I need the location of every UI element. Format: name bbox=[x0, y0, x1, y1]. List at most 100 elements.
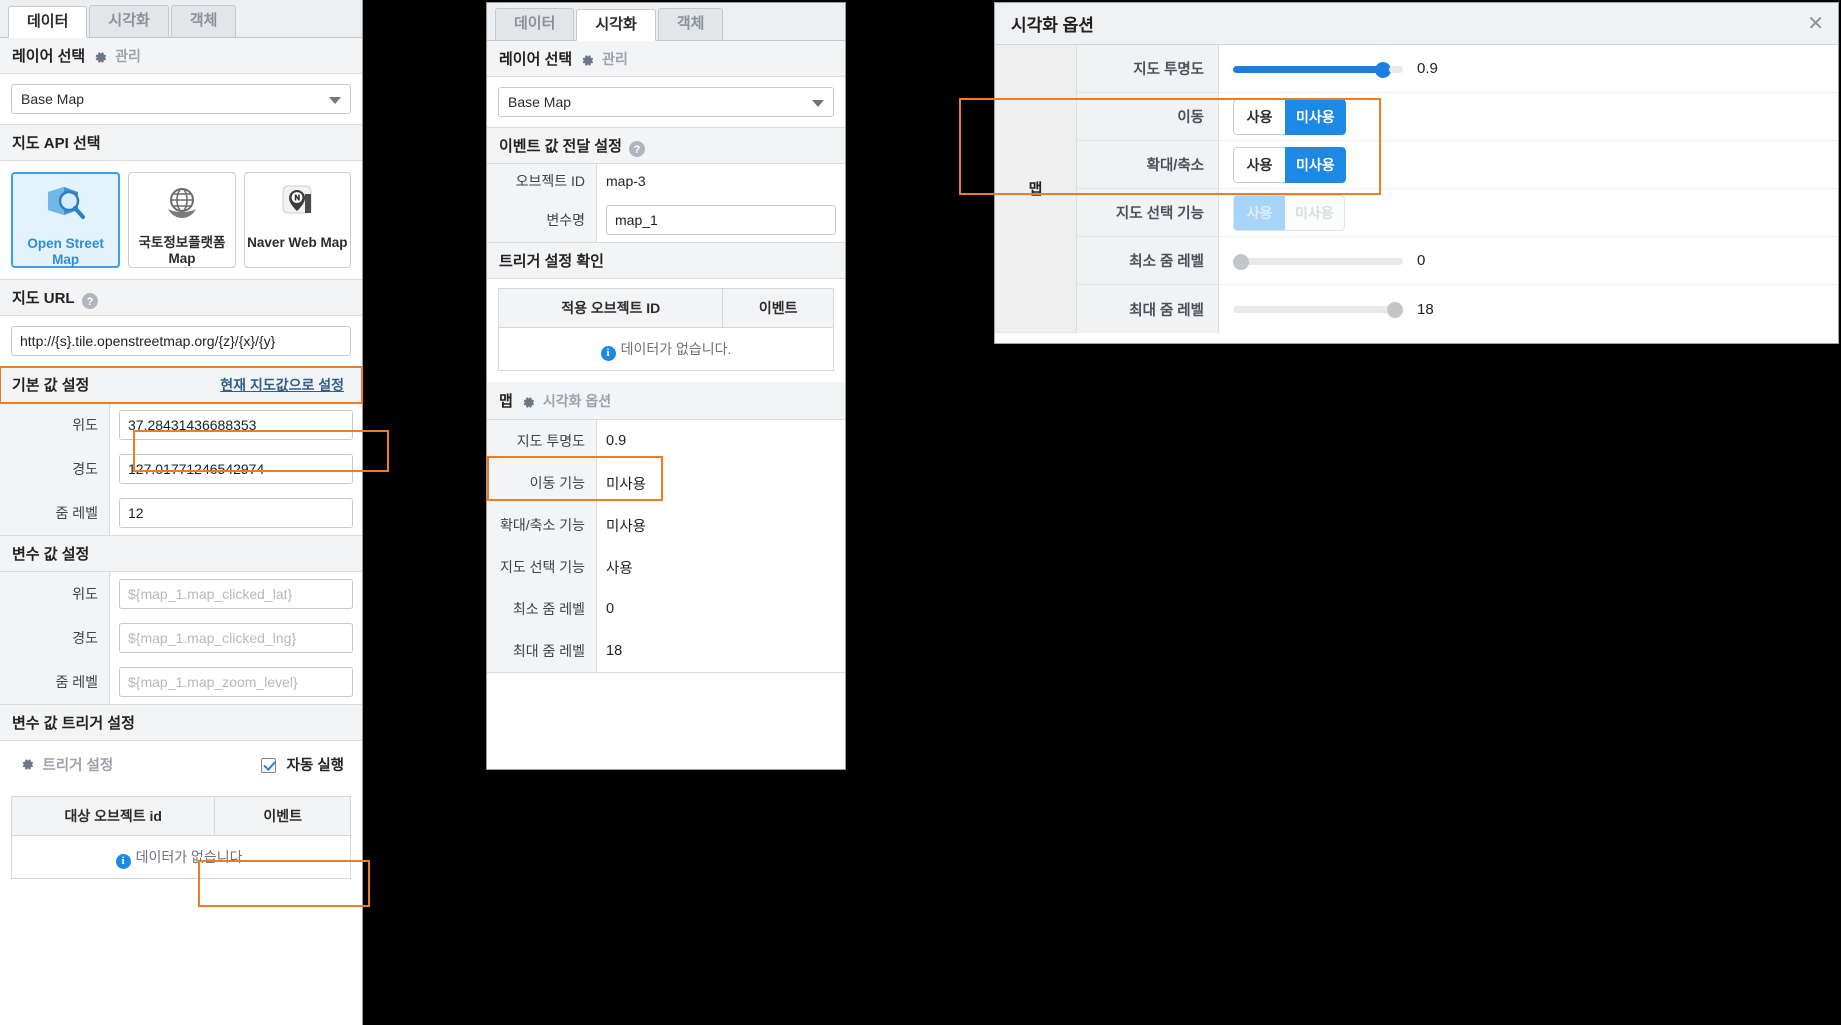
info-icon: i bbox=[600, 346, 616, 361]
viz-row-min-zoom: 최소 줌 레벨 0 bbox=[487, 588, 845, 630]
layer-manage-link[interactable]: 관리 bbox=[602, 49, 628, 69]
pan-toggle-group[interactable]: 사용 미사용 bbox=[1233, 98, 1346, 135]
map-select-option-unused: 미사용 bbox=[1285, 194, 1345, 231]
left-panel: 데이터 시각화 객체 레이어 선택 관리 Base Map 지도 API 선택 bbox=[0, 0, 363, 1025]
trigger-section-header: 변수 값 트리거 설정 bbox=[0, 705, 362, 741]
zoom-option-unused[interactable]: 미사용 bbox=[1285, 146, 1346, 183]
var-row-latitude: 위도 bbox=[0, 572, 362, 616]
min-zoom-slider[interactable] bbox=[1233, 253, 1403, 270]
layer-manage-link[interactable]: 관리 bbox=[115, 46, 141, 66]
tab-object[interactable]: 객체 bbox=[170, 5, 237, 37]
viz-row-value: 미사용 bbox=[606, 476, 647, 493]
var-longitude-input[interactable] bbox=[119, 623, 353, 653]
event-object-id-value: map-3 bbox=[606, 173, 646, 189]
var-row-label: 줌 레벨 bbox=[0, 660, 110, 704]
viz-row-value: 사용 bbox=[606, 560, 633, 577]
table-header-cell: 적용 오브젝트 ID bbox=[498, 288, 723, 328]
dialog-title: 시각화 옵션 bbox=[1011, 16, 1094, 35]
dialog-row-label-map-select: 지도 선택 기능 bbox=[1077, 189, 1219, 237]
trigger-section-title: 변수 값 트리거 설정 bbox=[12, 715, 135, 732]
viz-row-map-select: 지도 선택 기능 사용 bbox=[487, 546, 845, 588]
zoom-option-use[interactable]: 사용 bbox=[1233, 146, 1285, 183]
gear-icon bbox=[93, 50, 108, 65]
trigger-check-section-header: 트리거 설정 확인 bbox=[487, 243, 845, 279]
var-zoom-input[interactable] bbox=[119, 667, 353, 697]
dialog-row-value-pan: 사용 미사용 bbox=[1219, 93, 1838, 141]
viz-row-max-zoom: 최대 줌 레벨 18 bbox=[487, 630, 845, 673]
default-row-longitude: 경도 bbox=[0, 447, 362, 491]
tab-data[interactable]: 데이터 bbox=[495, 8, 575, 40]
map-select-option-use: 사용 bbox=[1233, 194, 1285, 231]
default-row-label: 줌 레벨 bbox=[0, 491, 110, 535]
info-icon: i bbox=[115, 854, 131, 869]
tab-object[interactable]: 객체 bbox=[657, 8, 724, 40]
viz-row-label: 최대 줌 레벨 bbox=[487, 630, 597, 672]
zoom-toggle-group[interactable]: 사용 미사용 bbox=[1233, 146, 1346, 183]
trigger-settings-link-wrap[interactable]: 트리거 설정 bbox=[12, 754, 113, 775]
row-label-text: 이동 bbox=[1177, 110, 1204, 126]
slider-thumb[interactable] bbox=[1387, 302, 1403, 318]
event-row-object-id: 오브젝트 ID map-3 bbox=[487, 164, 845, 198]
row-label-text: 최소 줌 레벨 bbox=[1129, 254, 1204, 270]
slider-track-end bbox=[1389, 65, 1403, 73]
dialog-row-label-pan: 이동 bbox=[1077, 93, 1219, 141]
tab-visualization[interactable]: 시각화 bbox=[89, 5, 169, 37]
chevron-down-icon bbox=[329, 97, 341, 104]
auto-run-label: 자동 실행 bbox=[286, 757, 344, 774]
layer-select-wrap: Base Map bbox=[487, 77, 845, 128]
set-current-map-value-link[interactable]: 현재 지도값으로 설정 bbox=[220, 375, 344, 395]
var-latitude-input[interactable] bbox=[119, 579, 353, 609]
viz-options-bar[interactable]: 맵 시각화 옵션 bbox=[487, 382, 845, 420]
trigger-bar: 트리거 설정 자동 실행 bbox=[0, 741, 362, 787]
max-zoom-slider[interactable] bbox=[1233, 302, 1403, 318]
dialog-header: 시각화 옵션 ✕ bbox=[995, 3, 1838, 45]
event-value-section-header: 이벤트 값 전달 설정 ? bbox=[487, 128, 845, 164]
var-row-label: 위도 bbox=[0, 572, 110, 616]
empty-message: 데이터가 없습니다. bbox=[135, 849, 247, 865]
table-row: i 데이터가 없습니다. bbox=[12, 836, 351, 879]
dialog-row-label-max-zoom: 최대 줌 레벨 bbox=[1077, 285, 1219, 333]
help-icon[interactable]: ? bbox=[81, 292, 98, 309]
pan-option-use[interactable]: 사용 bbox=[1233, 98, 1285, 135]
osm-magnifier-icon bbox=[44, 184, 88, 231]
layer-select-dropdown[interactable]: Base Map bbox=[11, 84, 351, 114]
viz-row-value: 0 bbox=[606, 601, 615, 617]
layer-select-section-header: 레이어 선택 관리 bbox=[487, 41, 845, 77]
slider-thumb[interactable] bbox=[1233, 253, 1249, 270]
row-label-text: 최대 줌 레벨 bbox=[1129, 302, 1204, 319]
help-icon[interactable]: ? bbox=[628, 140, 645, 157]
auto-run-checkbox[interactable] bbox=[261, 757, 277, 773]
tab-data[interactable]: 데이터 bbox=[8, 6, 88, 38]
map-opacity-slider[interactable] bbox=[1233, 61, 1403, 78]
map-url-input[interactable] bbox=[11, 326, 351, 356]
default-longitude-input[interactable] bbox=[119, 454, 353, 484]
default-row-latitude: 위도 bbox=[0, 403, 362, 447]
trigger-settings-label: 트리거 설정 bbox=[42, 757, 114, 774]
viz-row-label: 이동 기능 bbox=[487, 462, 597, 504]
default-value-rows: 위도 경도 줌 레벨 bbox=[0, 403, 362, 536]
dialog-body: 맵 지도 투명도 0.9 이동 사용 미사용 확대/축소 사용 미사용 지도 선… bbox=[995, 45, 1838, 333]
api-card-nsdi-map[interactable]: 국토정보플랫폼 Map bbox=[128, 172, 236, 268]
layer-select-dropdown[interactable]: Base Map bbox=[498, 87, 834, 117]
event-value-title: 이벤트 값 전달 설정 bbox=[499, 138, 622, 155]
close-icon[interactable]: ✕ bbox=[1807, 14, 1824, 34]
viz-row-label: 최소 줌 레벨 bbox=[487, 588, 597, 630]
viz-row-label: 확대/축소 기능 bbox=[487, 504, 597, 546]
dialog-row-value-opacity: 0.9 bbox=[1219, 45, 1838, 93]
table-row: i 데이터가 없습니다. bbox=[499, 328, 834, 371]
dialog-row-value-max-zoom: 18 bbox=[1219, 285, 1838, 333]
api-card-open-street-map[interactable]: Open Street Map bbox=[11, 172, 121, 268]
tab-visualization[interactable]: 시각화 bbox=[576, 9, 656, 41]
default-zoom-input[interactable] bbox=[119, 498, 353, 528]
viz-row-label: 지도 투명도 bbox=[487, 420, 597, 462]
api-card-naver-web-map[interactable]: Naver Web Map bbox=[243, 172, 351, 268]
map-api-title: 지도 API 선택 bbox=[12, 135, 101, 152]
viz-options-link[interactable]: 시각화 옵션 bbox=[543, 391, 611, 411]
viz-row-value: 미사용 bbox=[606, 518, 647, 535]
default-latitude-input[interactable] bbox=[119, 410, 353, 440]
dialog-row-value-zoom: 사용 미사용 bbox=[1219, 141, 1838, 189]
pan-option-unused[interactable]: 미사용 bbox=[1285, 98, 1346, 135]
variable-name-input[interactable] bbox=[606, 205, 836, 235]
table-header-row: 적용 오브젝트 ID 이벤트 bbox=[498, 288, 834, 328]
auto-run-checkbox-wrap[interactable]: 자동 실행 bbox=[261, 754, 348, 775]
